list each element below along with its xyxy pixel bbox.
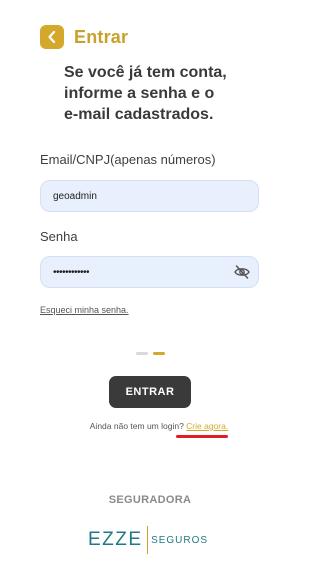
email-label: Email/CNPJ(apenas números)	[40, 152, 216, 167]
password-label: Senha	[40, 229, 78, 244]
pager-dots	[136, 352, 165, 355]
enter-button[interactable]: ENTRAR	[109, 376, 191, 408]
logo-sub-text: SEGUROS	[151, 534, 209, 546]
logo-main-text: EZZE	[88, 529, 143, 550]
intro-line: Se você já tem conta,	[64, 64, 227, 81]
pager-dot-active[interactable]	[153, 352, 165, 355]
partner-label: SEGURADORA	[108, 494, 192, 506]
signup-link[interactable]: Crie agora.	[186, 421, 228, 431]
intro-line: informe a senha e o	[64, 85, 215, 102]
intro-text: Se você já tem conta, informe a senha e …	[64, 62, 264, 125]
page-title: Entrar	[74, 26, 129, 47]
password-value: ••••••••••••	[53, 266, 90, 278]
chevron-left-icon	[48, 31, 56, 43]
signup-highlight-underline	[176, 435, 228, 438]
intro-line: e-mail cadastrados.	[64, 106, 214, 123]
signup-prompt: Ainda não tem um login?	[89, 421, 184, 431]
email-field[interactable]: geoadmin	[40, 180, 259, 212]
logo-divider	[146, 526, 149, 554]
forgot-password-link[interactable]: Esqueci minha senha.	[40, 305, 129, 315]
ezze-seguros-logo: EZZE SEGUROS	[88, 525, 208, 555]
password-field[interactable]: ••••••••••••	[40, 256, 259, 288]
back-button[interactable]	[40, 25, 64, 49]
signup-prompt-line: Ainda não tem um login? Crie agora.	[0, 421, 318, 431]
page-header: Entrar	[40, 25, 128, 49]
eye-slash-icon[interactable]	[234, 265, 250, 279]
pager-dot[interactable]	[136, 352, 148, 355]
email-value: geoadmin	[53, 190, 97, 202]
